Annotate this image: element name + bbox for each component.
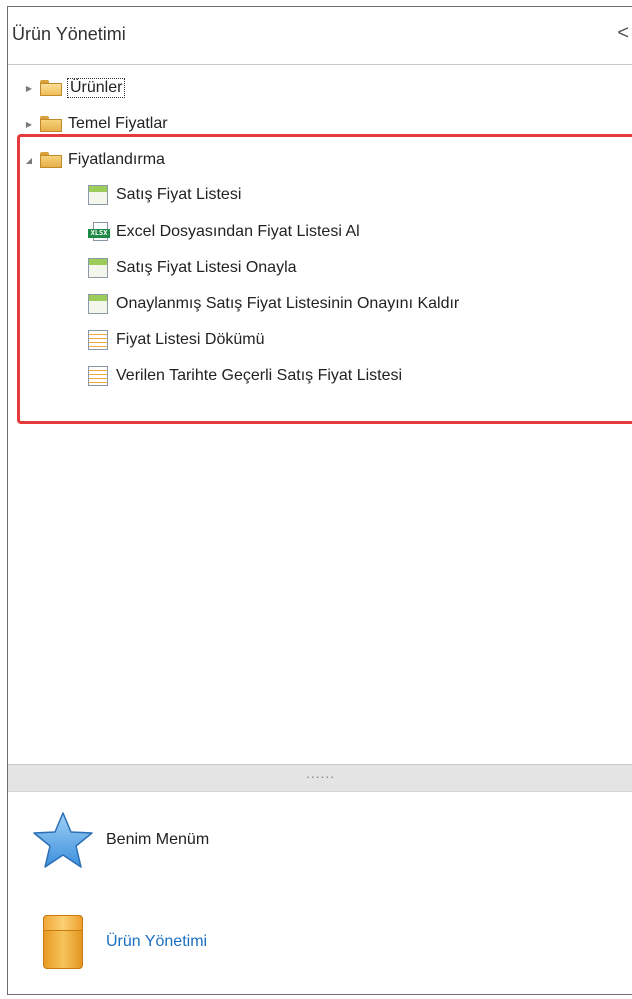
tree-folder-urunler[interactable]: ▶ Ürünler [22,76,126,100]
tree-item-satis-fiyat-listesi-onayla[interactable]: Satış Fiyat Listesi Onayla [88,256,297,280]
expand-arrow-icon[interactable]: ▶ [22,81,36,95]
navigation-panel: Ürün Yönetimi < ▶ Ürünler ▶ Temel Fiyatl… [7,6,632,995]
grid-icon [88,185,108,205]
tree-view: ▶ Ürünler ▶ Temel Fiyatlar ◢ Fiyatlandır… [8,65,632,763]
document-icon [88,330,108,350]
panel-splitter[interactable]: ...... [8,764,632,792]
grid-icon [88,258,108,278]
tree-folder-fiyatlandirma[interactable]: ◢ Fiyatlandırma [22,148,165,172]
xlsx-icon: XLSX [88,222,110,242]
star-icon [30,810,96,870]
nav-item-urun-yonetimi[interactable]: Ürün Yönetimi [8,912,207,972]
collapse-arrow-icon[interactable]: ◢ [22,153,36,167]
tree-folder-temel-fiyatlar[interactable]: ▶ Temel Fiyatlar [22,112,168,136]
tree-item-onay-kaldir[interactable]: Onaylanmış Satış Fiyat Listesinin Onayın… [88,292,459,316]
folder-icon [40,116,62,132]
panel-title: Ürün Yönetimi [12,24,126,44]
tree-folder-label: Ürünler [66,78,126,98]
tree-item-label: Excel Dosyasından Fiyat Listesi Al [116,223,360,240]
tree-item-label: Satış Fiyat Listesi [116,186,242,203]
panel-header: Ürün Yönetimi < [8,7,632,65]
nav-item-benim-menum[interactable]: Benim Menüm [8,810,209,870]
tree-item-label: Satış Fiyat Listesi Onayla [116,259,297,276]
tree-folder-label: Fiyatlandırma [68,151,165,168]
document-icon [88,366,108,386]
tree-folder-label: Temel Fiyatlar [68,115,168,132]
tree-item-fiyat-listesi-dokumu[interactable]: Fiyat Listesi Dökümü [88,328,265,352]
nav-item-label: Ürün Yönetimi [106,933,208,950]
folder-icon [40,152,62,168]
tree-item-label: Fiyat Listesi Dökümü [116,331,265,348]
tree-item-label: Onaylanmış Satış Fiyat Listesinin Onayın… [116,295,460,312]
tree-item-gecerli-fiyat-listesi[interactable]: Verilen Tarihte Geçerli Satış Fiyat List… [88,364,402,388]
tree-item-satis-fiyat-listesi[interactable]: Satış Fiyat Listesi [88,183,241,207]
box-icon [30,915,96,969]
nav-item-label: Benim Menüm [106,831,210,848]
tree-item-label: Verilen Tarihte Geçerli Satış Fiyat List… [116,367,403,384]
xlsx-badge: XLSX [88,229,110,238]
grid-icon [88,294,108,314]
splitter-grip-icon[interactable]: ...... [306,765,335,781]
tree-item-excel-fiyat-listesi-al[interactable]: XLSX Excel Dosyasından Fiyat Listesi Al [88,220,360,244]
collapse-icon[interactable]: < [617,22,629,45]
expand-arrow-icon[interactable]: ▶ [22,117,36,131]
folder-open-icon [40,80,62,96]
